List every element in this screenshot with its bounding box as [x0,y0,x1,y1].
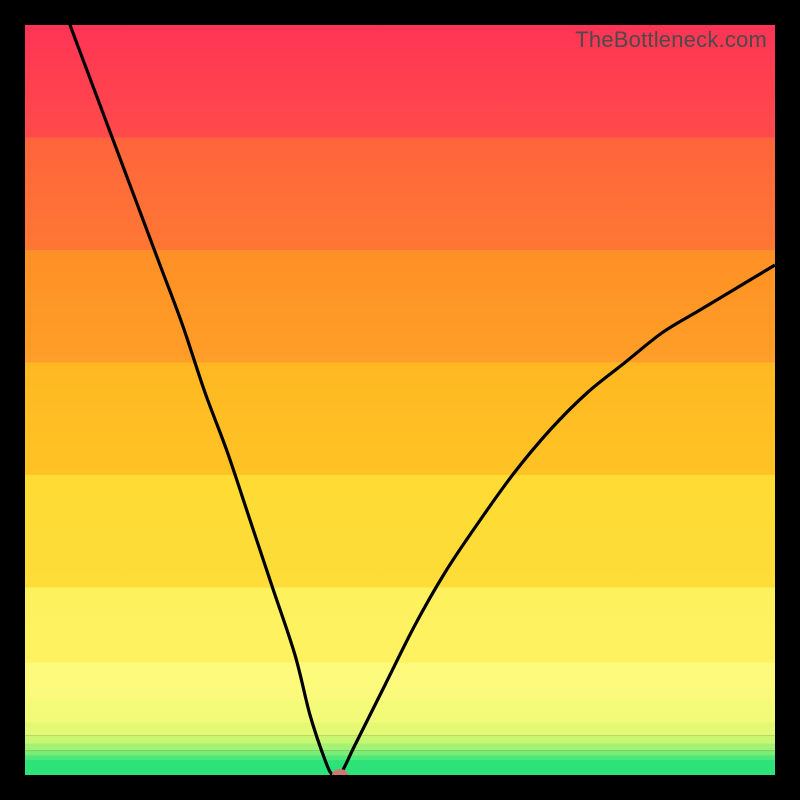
plot-area: TheBottleneck.com [25,25,775,775]
chart-frame: TheBottleneck.com [0,0,800,800]
curve-path [25,25,775,775]
bottleneck-curve [25,25,775,775]
watermark-text: TheBottleneck.com [575,27,767,53]
optimum-marker [332,769,348,775]
